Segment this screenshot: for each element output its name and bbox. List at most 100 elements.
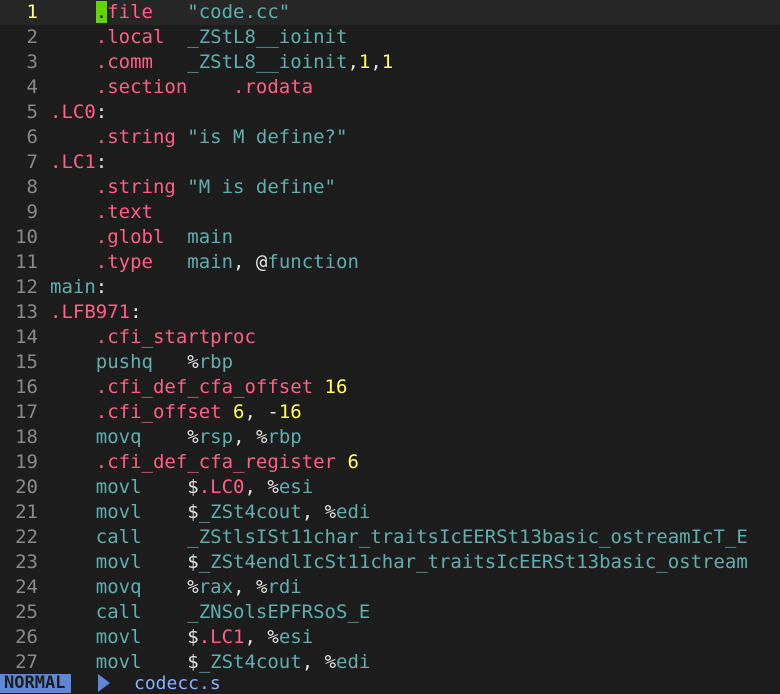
- code-line[interactable]: 7 .LC1:: [0, 150, 780, 175]
- code-text: .string "is M define?": [50, 125, 348, 150]
- code-token: .type: [95, 251, 188, 273]
- code-token: pushq: [95, 351, 188, 373]
- code-token: 1: [381, 51, 394, 73]
- code-line[interactable]: 22 call _ZStlsISt11char_traitsIcEERSt13b…: [0, 525, 780, 550]
- line-number: 27: [15, 651, 38, 673]
- code-token: :: [95, 101, 108, 123]
- code-token: 16: [278, 401, 302, 423]
- code-token: .cfi_def_cfa_offset: [95, 376, 325, 398]
- line-number: 12: [15, 276, 38, 298]
- code-line[interactable]: 13 .LFB971:: [0, 300, 780, 325]
- code-token: movl: [95, 476, 188, 498]
- line-number: 19: [15, 451, 38, 473]
- code-line[interactable]: 2 .local _ZStL8__ioinit: [0, 25, 780, 50]
- code-token: movq: [95, 426, 188, 448]
- code-token: 1: [358, 51, 371, 73]
- line-number: 23: [15, 551, 38, 573]
- code-text: .cfi_def_cfa_register 6: [50, 450, 359, 475]
- code-token: , %: [233, 576, 268, 598]
- code-text: .globl main: [50, 225, 233, 250]
- code-token: rdi: [267, 576, 302, 598]
- line-number: 1: [26, 1, 38, 23]
- line-number: 8: [26, 176, 38, 198]
- code-text: pushq %rbp: [50, 350, 233, 375]
- code-line[interactable]: 19 .cfi_def_cfa_register 6: [0, 450, 780, 475]
- code-token: .LC1: [198, 626, 245, 648]
- code-token: .comm: [95, 51, 188, 73]
- code-line[interactable]: 21 movl $_ZSt4cout, %edi: [0, 500, 780, 525]
- code-line[interactable]: 5 .LC0:: [0, 100, 780, 125]
- code-token: call: [95, 526, 188, 548]
- code-text: .LC0:: [50, 100, 107, 125]
- code-token: ,: [370, 51, 382, 73]
- code-token: ,: [347, 51, 359, 73]
- code-line[interactable]: 17 .cfi_offset 6, -16: [0, 400, 780, 425]
- code-token: _ZSt4cout: [198, 651, 302, 673]
- code-line[interactable]: 18 movq %rsp, %rbp: [0, 425, 780, 450]
- code-token: _ZStL8__ioinit: [187, 51, 348, 73]
- code-line[interactable]: 15 pushq %rbp: [0, 350, 780, 375]
- code-line[interactable]: 26 movl $.LC1, %esi: [0, 625, 780, 650]
- line-number: 16: [15, 376, 38, 398]
- code-token: :: [95, 276, 108, 298]
- code-text: movl $.LC1, %esi: [50, 625, 313, 650]
- code-line[interactable]: 1 .file "code.cc": [0, 0, 780, 25]
- code-line[interactable]: 9 .text: [0, 200, 780, 225]
- code-token: $: [187, 501, 199, 523]
- code-token: .string: [95, 126, 188, 148]
- code-text: .comm _ZStL8__ioinit,1,1: [50, 50, 393, 75]
- code-token: 6: [233, 401, 245, 423]
- code-token: .string: [95, 176, 188, 198]
- code-token: .LC0: [198, 476, 245, 498]
- code-token: :: [130, 301, 142, 323]
- editor-buffer[interactable]: 1 .file "code.cc" 2 .local _ZStL8__ioinit…: [0, 0, 780, 674]
- code-token: file: [107, 1, 188, 23]
- line-number: 10: [15, 226, 38, 248]
- code-token: %: [187, 576, 199, 598]
- code-line[interactable]: 4 .section .rodata: [0, 75, 780, 100]
- code-token: .LC1: [50, 151, 96, 173]
- code-line[interactable]: 24 movq %rax, %rdi: [0, 575, 780, 600]
- code-line[interactable]: 20 movl $.LC0, %esi: [0, 475, 780, 500]
- code-token: $: [187, 651, 199, 673]
- code-token: .cfi_def_cfa_register: [95, 451, 348, 473]
- code-line[interactable]: 3 .comm _ZStL8__ioinit,1,1: [0, 50, 780, 75]
- code-text: .cfi_def_cfa_offset 16: [50, 375, 348, 400]
- code-line[interactable]: 12 main:: [0, 275, 780, 300]
- code-line[interactable]: 14 .cfi_startproc: [0, 325, 780, 350]
- line-number: 13: [15, 301, 38, 323]
- code-line[interactable]: 23 movl $_ZSt4endlIcSt11char_traitsIcEER…: [0, 550, 780, 575]
- code-token: _ZStlsISt11char_traitsIcEERSt13basic_ost…: [187, 526, 748, 548]
- code-token: .cfi_startproc: [95, 326, 256, 348]
- code-text: movl $.LC0, %esi: [50, 475, 313, 500]
- code-token: esi: [278, 476, 314, 498]
- code-token: edi: [336, 501, 371, 523]
- code-line[interactable]: 25 call _ZNSolsEPFRSoS_E: [0, 600, 780, 625]
- code-line[interactable]: 16 .cfi_def_cfa_offset 16: [0, 375, 780, 400]
- code-token: call: [95, 601, 188, 623]
- code-line[interactable]: 8 .string "M is define": [0, 175, 780, 200]
- code-token: movq: [95, 576, 188, 598]
- line-number: 17: [15, 401, 38, 423]
- line-number: 3: [26, 51, 38, 73]
- code-text: movl $_ZSt4cout, %edi: [50, 500, 371, 525]
- code-token: rbp: [198, 351, 234, 373]
- code-token: main: [50, 276, 96, 298]
- code-text: movq %rsp, %rbp: [50, 425, 302, 450]
- line-number: 5: [26, 101, 38, 123]
- code-line[interactable]: 6 .string "is M define?": [0, 125, 780, 150]
- code-line[interactable]: 11 .type main, @function: [0, 250, 780, 275]
- code-line[interactable]: 10 .globl main: [0, 225, 780, 250]
- code-text: call _ZNSolsEPFRSoS_E: [50, 600, 371, 625]
- code-line[interactable]: 27 movl $_ZSt4cout, %edi: [0, 650, 780, 674]
